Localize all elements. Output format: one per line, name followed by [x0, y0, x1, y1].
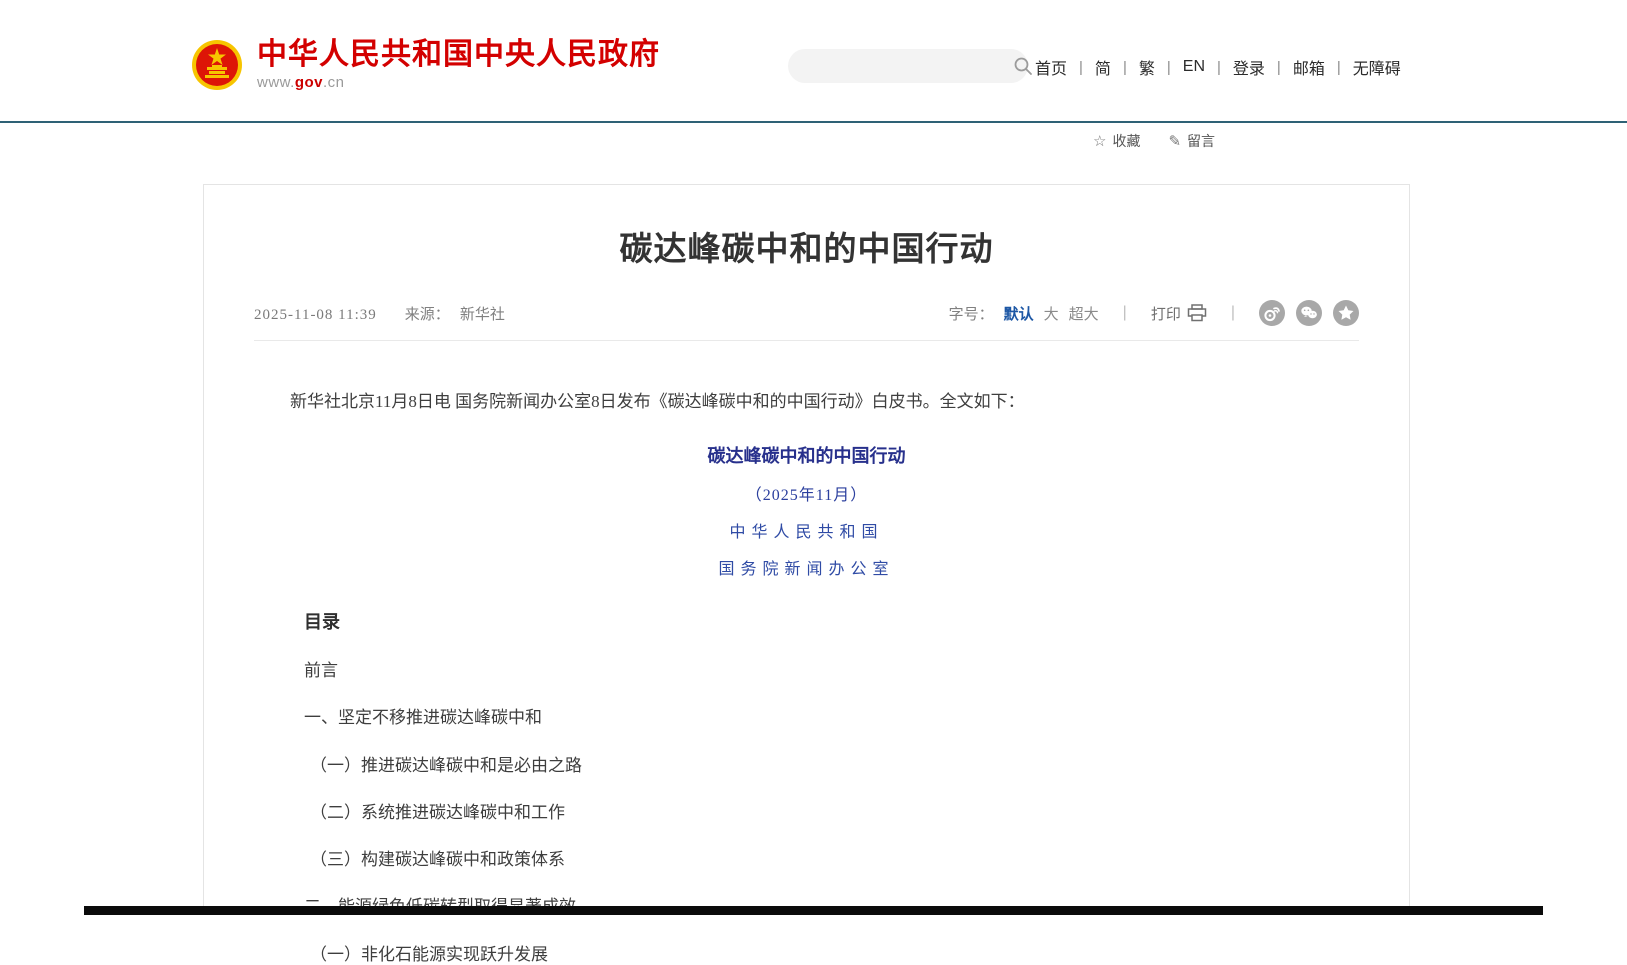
document-title: 碳达峰碳中和的中国行动 [290, 442, 1323, 468]
nav-english[interactable]: EN [1181, 58, 1207, 76]
site-header: 中华人民共和国中央人民政府 www.gov.cn 首页 | 简 | 繁 | EN… [0, 0, 1627, 121]
toc-heading: 目录 [304, 608, 1323, 634]
article-meta: 2025-11-08 11:39 来源： 新华社 字号： 默认 大 超大 | 打… [254, 300, 1359, 341]
search-icon[interactable] [1013, 56, 1033, 76]
nav-separator: | [1217, 59, 1221, 76]
toc-item: （一）推进碳达峰碳中和是必由之路 [310, 755, 1323, 776]
article-title: 碳达峰碳中和的中国行动 [204, 222, 1409, 270]
favorite-label: 收藏 [1112, 131, 1140, 151]
site-title: 中华人民共和国中央人民政府 [257, 38, 660, 71]
nav-accessibility[interactable]: 无障碍 [1351, 55, 1403, 79]
document-author-line: 国务院新闻办公室 [290, 555, 1323, 579]
nav-mail[interactable]: 邮箱 [1291, 55, 1327, 79]
nav-simplified[interactable]: 简 [1093, 55, 1113, 79]
national-emblem-icon [191, 39, 243, 91]
main-nav: 首页 | 简 | 繁 | EN | 登录 | 邮箱 | 无障碍 [1033, 55, 1403, 79]
site-url: www.gov.cn [257, 74, 660, 91]
printer-icon [1187, 304, 1207, 322]
comment-label: 留言 [1187, 131, 1215, 151]
toc-item: 前言 [304, 660, 1323, 681]
favorite-button[interactable]: ☆ 收藏 [1093, 131, 1140, 151]
font-size-xlarge[interactable]: 超大 [1069, 303, 1099, 324]
meta-right: 字号： 默认 大 超大 | 打印 | [949, 300, 1359, 326]
font-size-default[interactable]: 默认 [1004, 303, 1034, 324]
nav-separator: | [1167, 59, 1171, 76]
nav-login[interactable]: 登录 [1231, 55, 1267, 79]
nav-home[interactable]: 首页 [1033, 55, 1069, 79]
url-suffix: .cn [323, 74, 345, 91]
pencil-icon: ✎ [1168, 132, 1181, 150]
article-body: 新华社北京11月8日电 国务院新闻办公室8日发布《碳达峰碳中和的中国行动》白皮书… [204, 388, 1409, 965]
lead-paragraph: 新华社北京11月8日电 国务院新闻办公室8日发布《碳达峰碳中和的中国行动》白皮书… [290, 388, 1323, 415]
weibo-icon[interactable] [1259, 300, 1285, 326]
wechat-icon[interactable] [1296, 300, 1322, 326]
bottom-edge [84, 906, 1543, 915]
search-input[interactable] [788, 49, 1013, 83]
document-date: （2025年11月） [290, 481, 1323, 505]
nav-separator: | [1123, 59, 1127, 76]
font-size-label: 字号： [949, 303, 994, 324]
url-gov: gov [295, 74, 323, 91]
site-logo[interactable]: 中华人民共和国中央人民政府 www.gov.cn [191, 38, 660, 91]
star-share-icon[interactable] [1333, 300, 1359, 326]
star-icon: ☆ [1093, 132, 1106, 150]
meta-left: 2025-11-08 11:39 来源： 新华社 [254, 303, 505, 324]
nav-traditional[interactable]: 繁 [1137, 55, 1157, 79]
share-buttons [1259, 300, 1359, 326]
publish-date: 2025-11-08 11:39 [254, 307, 377, 324]
article-actions: ☆ 收藏 ✎ 留言 [1093, 131, 1215, 151]
meta-separator: | [1123, 304, 1127, 322]
source-label: 来源： [405, 303, 450, 324]
document-author-line: 中华人民共和国 [290, 518, 1323, 542]
meta-separator: | [1231, 304, 1235, 322]
source-name: 新华社 [460, 303, 505, 324]
article-card: 碳达峰碳中和的中国行动 2025-11-08 11:39 来源： 新华社 字号：… [203, 184, 1410, 915]
toc-item: （二）系统推进碳达峰碳中和工作 [310, 802, 1323, 823]
header-divider [0, 121, 1627, 123]
print-button[interactable]: 打印 [1151, 303, 1207, 324]
url-prefix: www. [257, 74, 295, 91]
print-label: 打印 [1151, 303, 1181, 324]
font-size-large[interactable]: 大 [1044, 303, 1059, 324]
toc-item: （一）非化石能源实现跃升发展 [310, 944, 1323, 965]
nav-separator: | [1337, 59, 1341, 76]
search-box [788, 49, 1028, 83]
nav-separator: | [1277, 59, 1281, 76]
toc-item: 一、坚定不移推进碳达峰碳中和 [304, 707, 1323, 728]
nav-separator: | [1079, 59, 1083, 76]
toc-item: （三）构建碳达峰碳中和政策体系 [310, 849, 1323, 870]
comment-button[interactable]: ✎ 留言 [1168, 131, 1215, 151]
